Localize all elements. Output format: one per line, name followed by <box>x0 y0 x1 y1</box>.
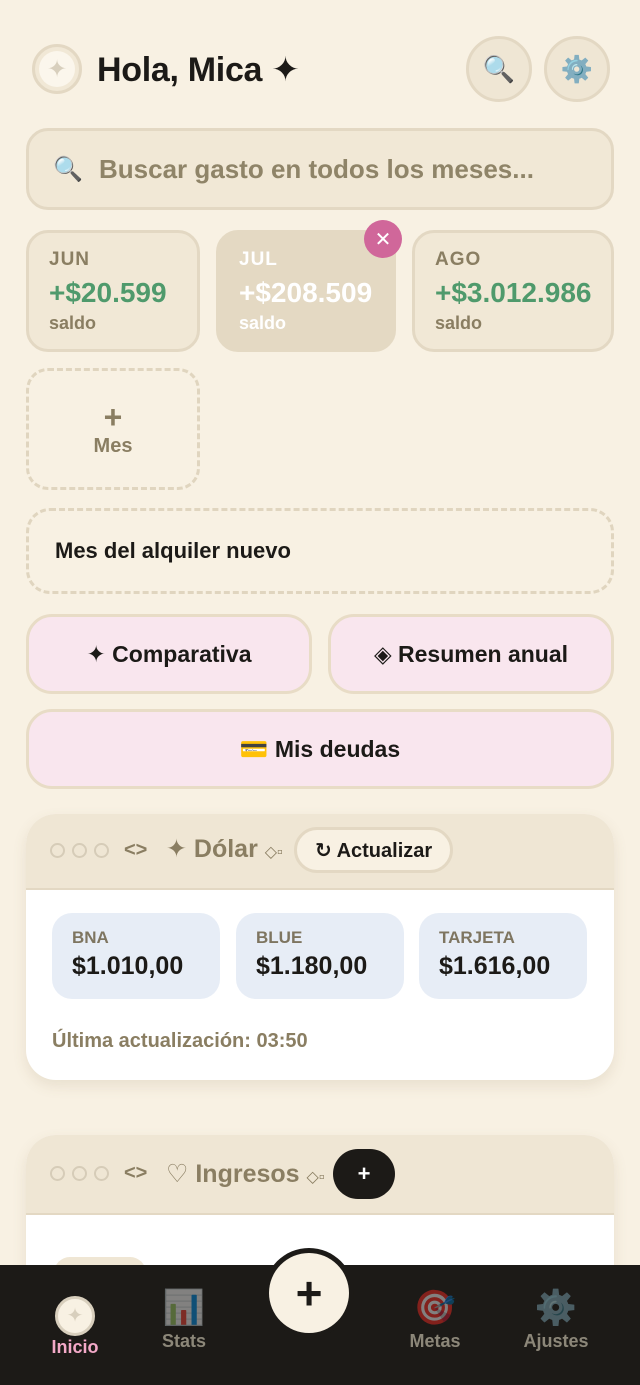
greeting-title: Hola, Mica ✦ <box>97 51 300 89</box>
month-note-field[interactable]: Mes del alquiler nuevo <box>26 508 614 594</box>
rate-card-tarjeta: TARJETA $1.616,00 <box>419 913 587 999</box>
month-balance: +$3.012.986 <box>435 277 592 308</box>
search-button[interactable]: 🔍 <box>466 36 532 102</box>
add-month-button[interactable]: + Mes <box>26 368 200 490</box>
dot-icon <box>50 1166 65 1181</box>
nav-metas[interactable]: 🎯 Metas <box>380 1285 490 1352</box>
dolar-widget-header: <> ✦ Dólar ◇▫ ↻ Actualizar <box>26 814 614 890</box>
month-name: JUN <box>49 249 91 270</box>
refresh-button[interactable]: ↻ Actualizar <box>294 827 454 873</box>
month-balance: +$208.509 <box>239 277 373 308</box>
nav-inicio-label: Inicio <box>51 1337 99 1357</box>
dot-icon <box>94 1166 109 1181</box>
month-balance: +$20.599 <box>49 277 167 308</box>
home-sparkle-icon: ✦ <box>20 1291 130 1337</box>
code-icon[interactable]: <> <box>124 839 147 862</box>
dolar-title-text: ✦ Dólar <box>166 835 258 863</box>
rate-name: BLUE <box>256 928 303 947</box>
dot-icon <box>72 1166 87 1181</box>
gear-icon: ⚙️ <box>560 53 594 84</box>
app-logo: ✦ <box>32 44 82 94</box>
window-dots <box>50 843 109 858</box>
month-balance-label: saldo <box>239 313 287 333</box>
mis-deudas-button[interactable]: 💳 Mis deudas <box>26 709 614 789</box>
rate-card-blue: BLUE $1.180,00 <box>236 913 404 999</box>
dot-icon <box>72 843 87 858</box>
search-input[interactable] <box>99 153 579 185</box>
settings-button[interactable]: ⚙️ <box>544 36 610 102</box>
rate-value: $1.010,00 <box>72 952 184 980</box>
nav-ajustes[interactable]: ⚙️ Ajustes <box>501 1285 611 1352</box>
ingresos-title: ♡ Ingresos ◇▫ <box>166 1159 325 1189</box>
plus-icon: + <box>103 398 123 435</box>
expense-search[interactable]: 🔍 <box>26 128 614 210</box>
rate-value: $1.180,00 <box>256 952 368 980</box>
last-updated-text: Última actualización: 03:50 <box>52 1030 308 1052</box>
bar-chart-icon: 📊 <box>162 1289 206 1327</box>
dolar-title: ✦ Dólar ◇▫ <box>166 834 283 864</box>
rate-card-bna: BNA $1.010,00 <box>52 913 220 999</box>
sparkle-logo-icon: ✦ <box>39 51 75 87</box>
nav-ajustes-label: Ajustes <box>523 1331 589 1351</box>
add-month-label: Mes <box>93 434 133 457</box>
comparativa-button[interactable]: ✦ Comparativa <box>26 614 312 694</box>
nav-metas-label: Metas <box>409 1331 461 1351</box>
gear-icon: ⚙️ <box>534 1289 578 1327</box>
dolar-widget: <> ✦ Dólar ◇▫ ↻ Actualizar BNA $1.010,00… <box>26 814 614 1080</box>
diamond-deco-icon: ◇▫ <box>264 844 283 861</box>
search-icon: 🔍 <box>53 155 83 183</box>
diamond-deco-icon: ◇▫ <box>306 1169 325 1186</box>
nav-inicio[interactable]: ✦ Inicio <box>20 1291 130 1358</box>
resumen-anual-button[interactable]: ◈ Resumen anual <box>328 614 614 694</box>
nav-stats-label: Stats <box>161 1331 206 1351</box>
nav-stats[interactable]: 📊 Stats <box>129 1285 239 1352</box>
target-icon: 🎯 <box>413 1289 457 1327</box>
month-balance-label: saldo <box>49 313 97 333</box>
ingresos-widget-header: <> ♡ Ingresos ◇▫ + <box>26 1135 614 1215</box>
rate-name: BNA <box>72 928 109 947</box>
ingresos-title-text: ♡ Ingresos <box>166 1160 300 1188</box>
month-balance-label: saldo <box>435 313 483 333</box>
window-dots <box>50 1166 109 1181</box>
rate-value: $1.616,00 <box>439 952 551 980</box>
remove-month-close-icon[interactable]: ✕ <box>364 220 402 258</box>
code-icon[interactable]: <> <box>124 1162 147 1185</box>
month-card-ago[interactable]: AGO +$3.012.986 saldo <box>412 230 614 352</box>
rate-name: TARJETA <box>439 928 515 947</box>
month-name: AGO <box>435 249 482 270</box>
dot-icon <box>50 843 65 858</box>
plus-icon: + <box>269 1253 349 1333</box>
app-header: ✦ Hola, Mica ✦ 🔍 ⚙️ <box>30 36 610 102</box>
search-icon: 🔍 <box>482 53 516 84</box>
dot-icon <box>94 843 109 858</box>
add-expense-fab[interactable]: + <box>264 1248 354 1338</box>
add-ingreso-button[interactable]: + <box>333 1149 395 1199</box>
month-card-jun[interactable]: JUN +$20.599 saldo <box>26 230 200 352</box>
